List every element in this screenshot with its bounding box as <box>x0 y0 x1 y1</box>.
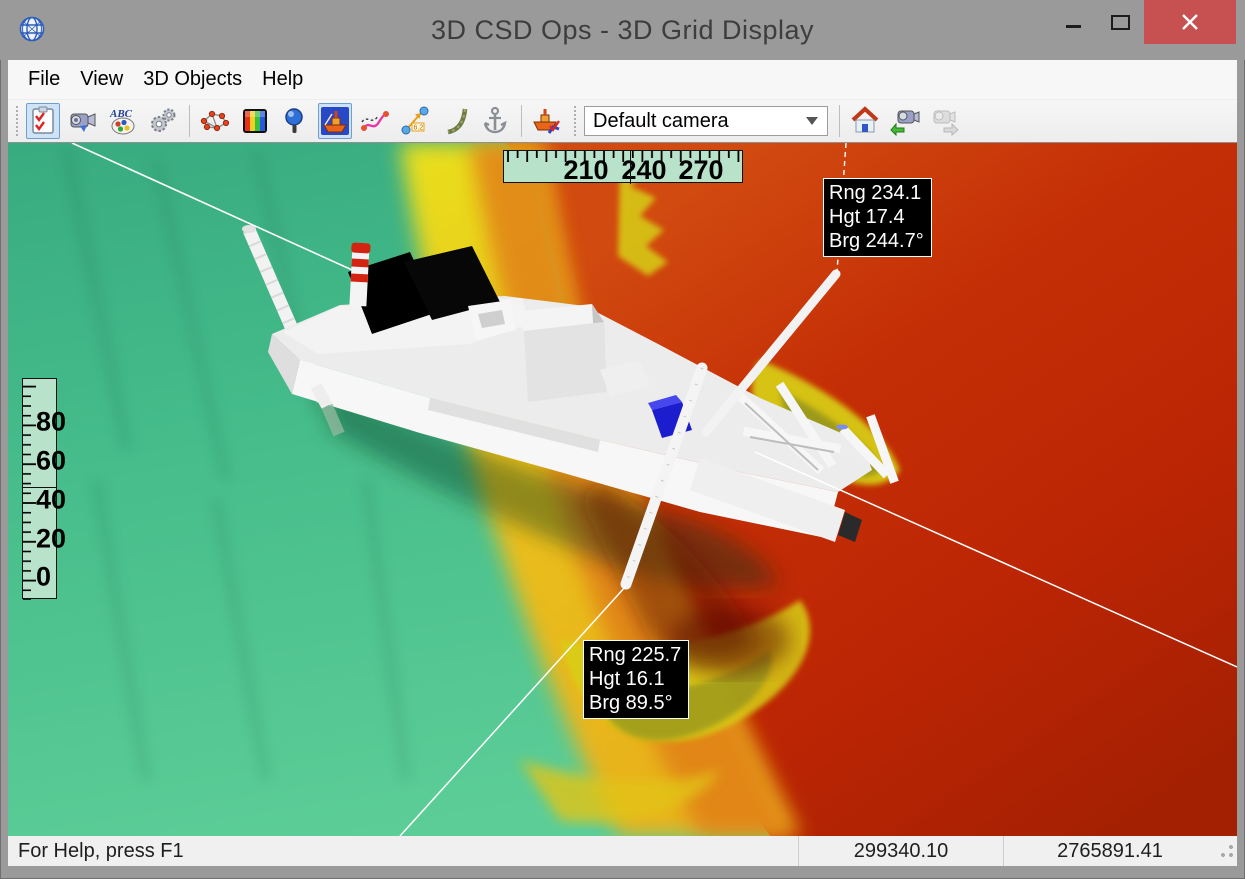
measure-distance-button[interactable]: 6.2 <box>398 103 432 139</box>
color-map-button[interactable] <box>238 103 272 139</box>
coordinate-y: 2765891.41 <box>1004 840 1216 863</box>
maximize-button[interactable] <box>1097 0 1144 44</box>
minimize-button[interactable] <box>1050 0 1097 44</box>
maximize-icon <box>1111 15 1130 30</box>
compass-ruler: 210 240 270 <box>503 150 743 183</box>
depth-value: 40 <box>36 487 66 514</box>
home-view-button[interactable] <box>848 103 882 139</box>
compass-value: 210 <box>563 157 608 184</box>
toolbar-grip[interactable] <box>574 106 582 136</box>
minimize-icon <box>1066 25 1081 28</box>
camera-settings-button[interactable] <box>66 103 100 139</box>
bearing-value: Brg 244.7° <box>829 229 924 253</box>
camera-select-value: Default camera <box>593 110 729 133</box>
menu-view[interactable]: View <box>70 60 133 99</box>
camera-select[interactable]: Default camera <box>584 106 828 136</box>
anchor-readout-2: Rng 225.7 Hgt 16.1 Brg 89.5° <box>583 640 689 719</box>
chevron-down-icon <box>806 117 818 125</box>
toolbar-separator <box>189 105 190 137</box>
abc-palette-icon: ABC <box>108 106 138 136</box>
menu-help[interactable]: Help <box>252 60 313 99</box>
anchor-icon <box>480 106 510 136</box>
home-icon <box>850 106 880 136</box>
display-options-button[interactable] <box>26 103 60 139</box>
labels-colors-button[interactable]: ABC <box>106 103 140 139</box>
range-value: Rng 225.7 <box>589 643 681 667</box>
compass-value: 270 <box>678 157 723 184</box>
color-map-icon <box>240 106 270 136</box>
route-icon <box>360 106 390 136</box>
camera-next-icon <box>930 106 960 136</box>
menu-file[interactable]: File <box>18 60 70 99</box>
depth-scale: 80 60 40 20 0 <box>22 378 57 599</box>
grid-nodes-button[interactable] <box>198 103 232 139</box>
menu-3d-objects[interactable]: 3D Objects <box>133 60 252 99</box>
camera-icon <box>68 106 98 136</box>
magnifier-icon <box>280 106 310 136</box>
zoom-button[interactable] <box>278 103 312 139</box>
rope-button[interactable] <box>438 103 472 139</box>
anchor-button[interactable] <box>478 103 512 139</box>
depth-value: 60 <box>36 448 66 475</box>
depth-value: 20 <box>36 526 66 553</box>
height-value: Hgt 16.1 <box>589 667 681 691</box>
menubar: File View 3D Objects Help <box>8 60 1237 100</box>
app-window: 3D CSD Ops - 3D Grid Display File View 3… <box>0 0 1245 879</box>
bearing-value: Brg 89.5° <box>589 691 681 715</box>
dredger-check-button[interactable] <box>530 103 564 139</box>
next-camera-button[interactable] <box>928 103 962 139</box>
dredger-icon <box>320 106 350 136</box>
height-value: Hgt 17.4 <box>829 205 924 229</box>
dredger-check-icon <box>532 106 562 136</box>
gears-icon <box>148 106 178 136</box>
close-icon <box>1181 13 1199 31</box>
toolbar-separator <box>521 105 522 137</box>
anchor-readout-1: Rng 234.1 Hgt 17.4 Brg 244.7° <box>823 178 932 257</box>
terrain-render <box>8 143 1237 836</box>
display-options-icon <box>28 106 58 136</box>
titlebar[interactable]: 3D CSD Ops - 3D Grid Display <box>0 0 1245 60</box>
range-value: Rng 234.1 <box>829 181 924 205</box>
dredger-button[interactable] <box>318 103 352 139</box>
toolbar: ABC <box>8 100 1237 143</box>
previous-camera-button[interactable] <box>888 103 922 139</box>
toolbar-separator <box>839 105 840 137</box>
resize-grip[interactable] <box>1221 845 1233 857</box>
depth-value: 0 <box>36 564 51 591</box>
coordinate-x: 299340.10 <box>799 840 1003 863</box>
statusbar: For Help, press F1 299340.10 2765891.41 <box>8 836 1237 866</box>
route-button[interactable] <box>358 103 392 139</box>
svg-text:6.2: 6.2 <box>414 125 424 132</box>
compass-lubber-line <box>630 151 631 184</box>
compass-value: 240 <box>621 157 666 184</box>
status-message: For Help, press F1 <box>8 840 798 863</box>
camera-prev-icon <box>890 106 920 136</box>
client-area: File View 3D Objects Help <box>8 60 1237 866</box>
rope-icon <box>440 106 470 136</box>
grid-nodes-icon <box>200 106 230 136</box>
close-button[interactable] <box>1144 0 1236 44</box>
toolbar-grip[interactable] <box>16 106 24 136</box>
depth-value: 80 <box>36 409 66 436</box>
3d-viewport[interactable]: 210 240 270 <box>8 143 1237 836</box>
settings-button[interactable] <box>146 103 180 139</box>
depth-scale-seam <box>23 487 56 488</box>
measure-icon: 6.2 <box>400 106 430 136</box>
